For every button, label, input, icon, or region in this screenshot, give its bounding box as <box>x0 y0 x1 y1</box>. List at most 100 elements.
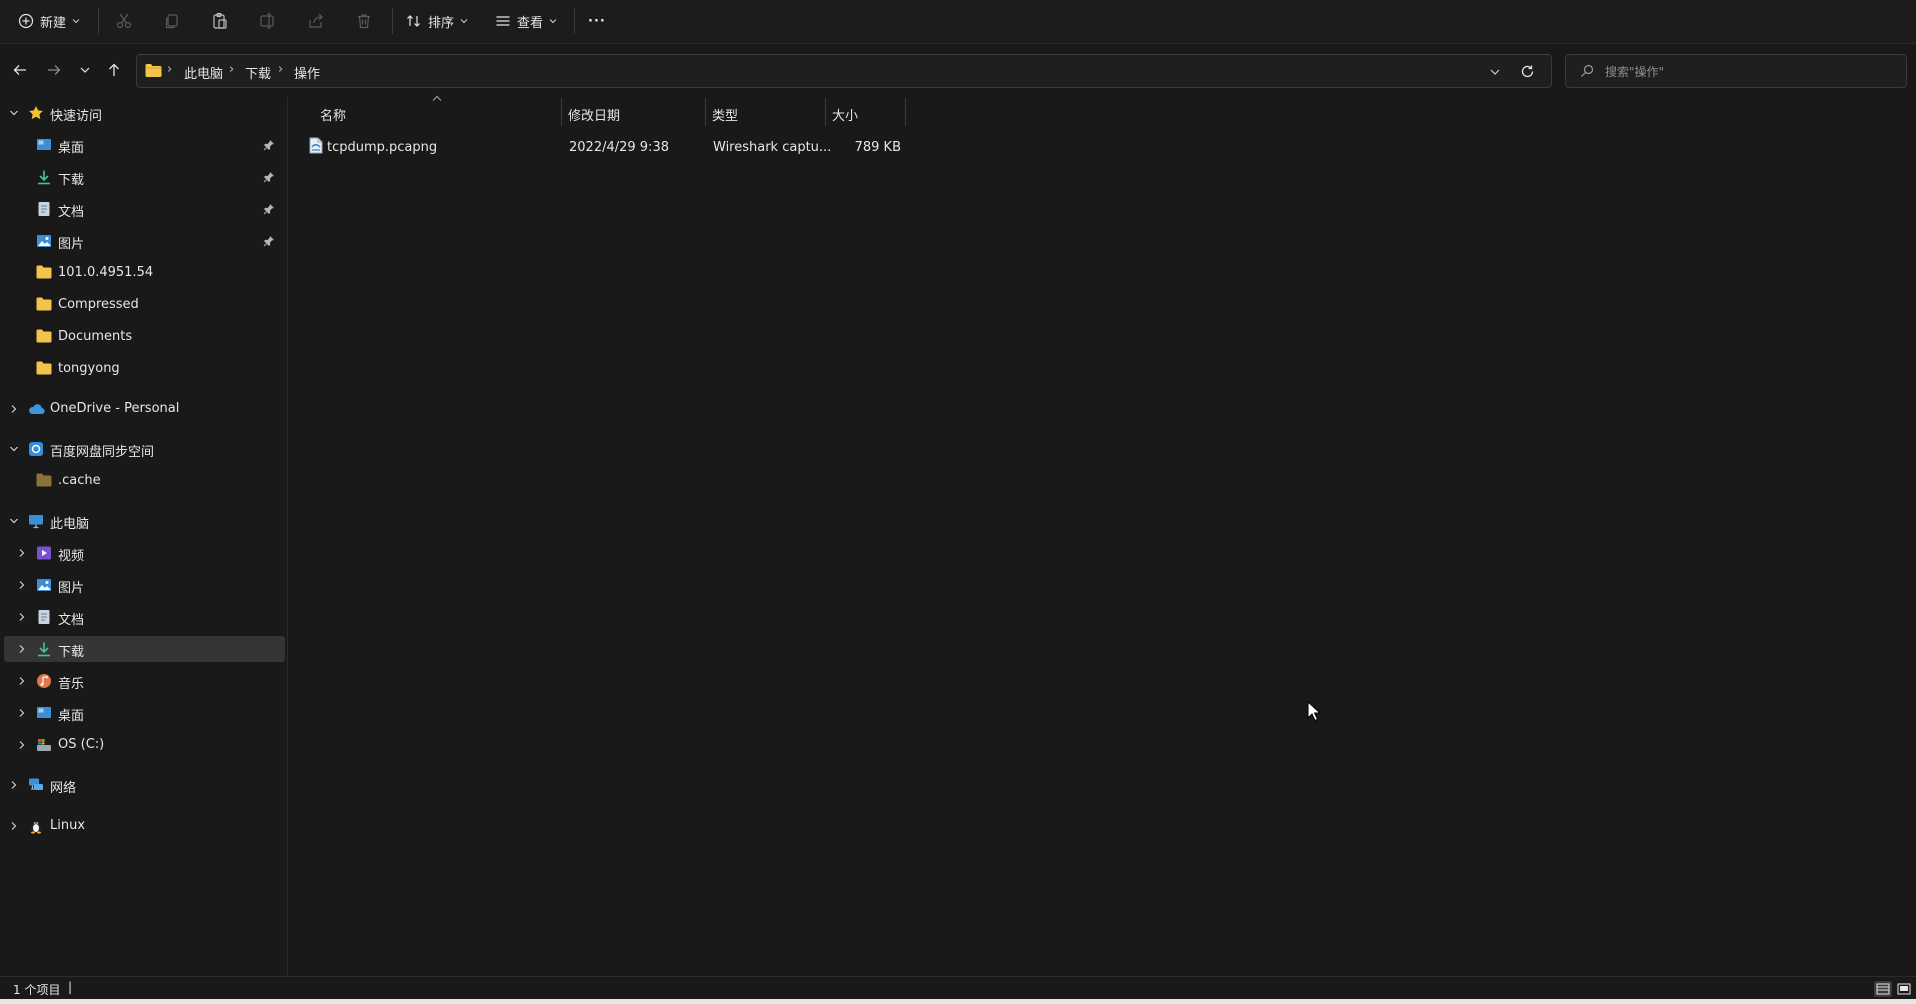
sidebar-item-folder[interactable]: Documents <box>4 324 285 350</box>
sidebar-item-label: 图片 <box>58 237 85 252</box>
sidebar-item-desktop[interactable]: 桌面 <box>4 132 285 158</box>
breadcrumb-downloads[interactable]: 下载 <box>245 63 271 82</box>
chevron-right-icon[interactable] <box>16 611 28 623</box>
up-button[interactable] <box>102 58 126 82</box>
item-count: 1 个项目 <box>13 983 61 997</box>
sidebar-item-network[interactable]: 网络 <box>4 772 285 798</box>
file-modified-date: 2022/4/29 9:38 <box>569 140 669 155</box>
sidebar-item-folder[interactable]: Compressed <box>4 292 285 318</box>
column-header-modified[interactable]: 修改日期 <box>568 105 620 124</box>
sidebar-item-label: 百度网盘同步空间 <box>50 445 155 460</box>
recent-locations-button[interactable] <box>73 58 97 82</box>
pin-icon <box>263 203 275 215</box>
sidebar-item-documents[interactable]: 文档 <box>4 196 285 222</box>
column-divider[interactable] <box>705 98 706 126</box>
sidebar-item-quick-access[interactable]: 快速访问 <box>4 100 285 126</box>
sidebar-item-folder[interactable]: tongyong <box>4 356 285 382</box>
sidebar-item-label: 网络 <box>50 781 77 796</box>
sidebar-item-folder[interactable]: 101.0.4951.54 <box>4 260 285 286</box>
delete-icon[interactable] <box>351 8 377 34</box>
plus-circle-icon <box>18 13 34 29</box>
view-button-label: 查看 <box>517 15 544 31</box>
computer-icon <box>28 513 44 529</box>
back-button[interactable] <box>8 58 32 82</box>
chevron-down-icon[interactable] <box>8 107 20 119</box>
copy-icon[interactable] <box>159 8 185 34</box>
chevron-down-icon[interactable] <box>8 443 20 455</box>
address-bar[interactable]: › 此电脑 › 下载 › 操作 <box>136 54 1552 88</box>
sidebar-item-baidu-sync[interactable]: 百度网盘同步空间 <box>4 436 285 462</box>
sidebar-item-label: .cache <box>58 473 101 488</box>
view-lines-icon <box>495 13 511 29</box>
paste-icon[interactable] <box>207 8 233 34</box>
chevron-right-icon[interactable] <box>8 820 20 832</box>
share-icon[interactable] <box>303 8 329 34</box>
new-button[interactable]: 新建 <box>18 6 80 36</box>
more-options-button[interactable]: ··· <box>588 6 606 36</box>
sort-button[interactable]: 排序 <box>406 6 468 36</box>
chevron-down-icon[interactable] <box>8 515 20 527</box>
large-icons-view-button[interactable] <box>1895 981 1913 997</box>
sidebar-item-pictures[interactable]: 图片 <box>4 228 285 254</box>
refresh-button[interactable] <box>1520 64 1535 79</box>
sidebar-item-label: 桌面 <box>58 709 85 724</box>
details-view-icon <box>1876 983 1890 995</box>
search-placeholder: 搜索"操作" <box>1605 65 1665 79</box>
sidebar-item-onedrive[interactable]: OneDrive - Personal <box>4 396 285 422</box>
sidebar-item-downloads-selected[interactable]: 下载 <box>4 636 285 662</box>
sidebar-item-cache[interactable]: .cache <box>4 468 285 494</box>
sidebar-item-label: 桌面 <box>58 141 85 156</box>
toolbar-divider <box>574 8 575 34</box>
sidebar-item-music[interactable]: 音乐 <box>4 668 285 694</box>
cut-icon[interactable] <box>111 8 137 34</box>
forward-button[interactable] <box>42 58 66 82</box>
sidebar-item-label: 下载 <box>58 645 85 660</box>
column-header-name[interactable]: 名称 <box>320 105 346 124</box>
folder-icon <box>145 63 162 78</box>
sort-icon <box>406 13 422 29</box>
rename-icon[interactable] <box>255 8 281 34</box>
breadcrumb-separator: › <box>278 62 284 77</box>
folder-icon <box>36 297 52 313</box>
sidebar-item-pictures[interactable]: 图片 <box>4 572 285 598</box>
desktop-icon <box>36 705 52 721</box>
column-divider[interactable] <box>561 98 562 126</box>
sidebar-item-label: OS (C:) <box>58 737 105 752</box>
chevron-right-icon[interactable] <box>8 779 20 791</box>
sidebar-item-downloads[interactable]: 下载 <box>4 164 285 190</box>
file-size: 789 KB <box>854 140 901 155</box>
search-input[interactable]: 搜索"操作" <box>1565 54 1907 88</box>
breadcrumb-this-pc[interactable]: 此电脑 <box>184 63 223 82</box>
drive-icon <box>36 737 52 753</box>
refresh-icon <box>1521 65 1534 78</box>
details-view-button[interactable] <box>1874 981 1892 997</box>
chevron-right-icon[interactable] <box>16 547 28 559</box>
star-icon <box>28 105 44 121</box>
video-icon <box>36 545 52 561</box>
sidebar-item-desktop[interactable]: 桌面 <box>4 700 285 726</box>
chevron-right-icon[interactable] <box>16 675 28 687</box>
sidebar-item-this-pc[interactable]: 此电脑 <box>4 508 285 534</box>
address-history-dropdown[interactable] <box>1489 66 1501 78</box>
column-header-size[interactable]: 大小 <box>832 105 858 124</box>
view-button[interactable]: 查看 <box>495 6 557 36</box>
column-header-type[interactable]: 类型 <box>712 105 738 124</box>
breadcrumb-current-folder[interactable]: 操作 <box>294 63 320 82</box>
download-icon <box>36 641 52 657</box>
column-divider[interactable] <box>905 98 906 126</box>
column-divider[interactable] <box>825 98 826 126</box>
sidebar-item-os-drive[interactable]: OS (C:) <box>4 732 285 758</box>
chevron-right-icon[interactable] <box>16 579 28 591</box>
music-icon <box>36 673 52 689</box>
sidebar-item-videos[interactable]: 视频 <box>4 540 285 566</box>
chevron-right-icon[interactable] <box>16 739 28 751</box>
sidebar-item-documents[interactable]: 文档 <box>4 604 285 630</box>
arrow-right-icon <box>46 62 62 78</box>
file-name[interactable]: tcpdump.pcapng <box>327 140 437 155</box>
chevron-right-icon[interactable] <box>16 643 28 655</box>
sidebar-item-label: 音乐 <box>58 677 85 692</box>
chevron-right-icon[interactable] <box>8 403 20 415</box>
sidebar-item-linux[interactable]: Linux <box>4 813 285 839</box>
chevron-right-icon[interactable] <box>16 707 28 719</box>
column-header-row: 名称 修改日期 类型 大小 <box>289 95 909 127</box>
